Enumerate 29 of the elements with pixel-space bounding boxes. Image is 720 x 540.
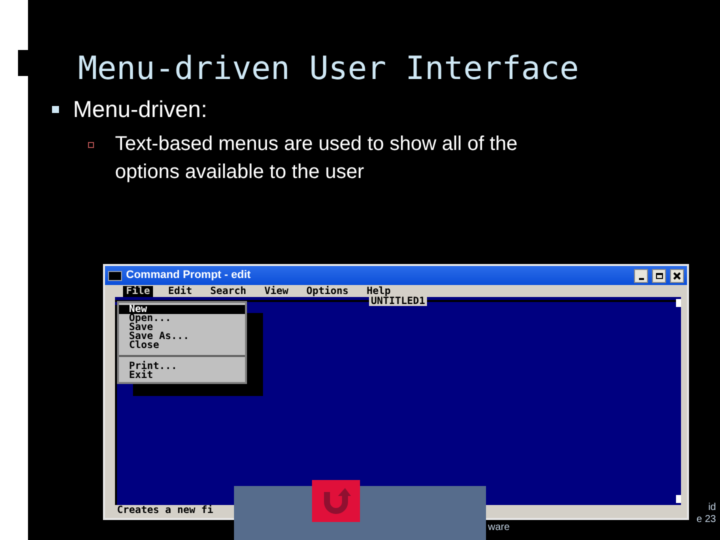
minimize-button[interactable] [634, 268, 648, 282]
file-menu-item[interactable]: Close [119, 341, 245, 350]
slide-title: Menu-driven User Interface [78, 48, 580, 88]
footer-text: e 23 [696, 514, 716, 526]
file-menu-item[interactable]: Print... [119, 362, 245, 371]
console-icon [108, 270, 122, 280]
menu-item[interactable]: Options [303, 286, 352, 296]
restore-button[interactable] [652, 268, 666, 282]
file-menu-item[interactable]: Save As... [119, 332, 245, 341]
file-menu-item[interactable]: Exit [119, 371, 245, 380]
sub-bullet-icon [88, 142, 94, 148]
menu-item[interactable]: Help [364, 286, 394, 296]
curved-arrow-icon [321, 486, 351, 516]
menu-item[interactable]: Edit [165, 286, 196, 296]
footer-text: id [708, 502, 716, 514]
close-icon [673, 272, 681, 280]
menu-item[interactable]: File [123, 286, 154, 296]
bullet-text: Menu-driven: [73, 95, 208, 124]
file-menu-item[interactable]: New [119, 305, 245, 314]
file-menu-item[interactable]: Save [119, 323, 245, 332]
file-menu-item[interactable]: Open... [119, 314, 245, 323]
sub-bullet-text: Text-based menus are used to show all of the options available to the user [115, 132, 518, 185]
close-button[interactable] [670, 268, 684, 282]
bullet-icon [52, 106, 59, 112]
document-title: UNTITLED1 [368, 296, 428, 306]
footer-text: ware [488, 522, 510, 534]
menu-item[interactable]: View [261, 286, 292, 296]
window-title: Command Prompt - edit [126, 268, 252, 284]
menu-item[interactable]: Search [207, 286, 250, 296]
